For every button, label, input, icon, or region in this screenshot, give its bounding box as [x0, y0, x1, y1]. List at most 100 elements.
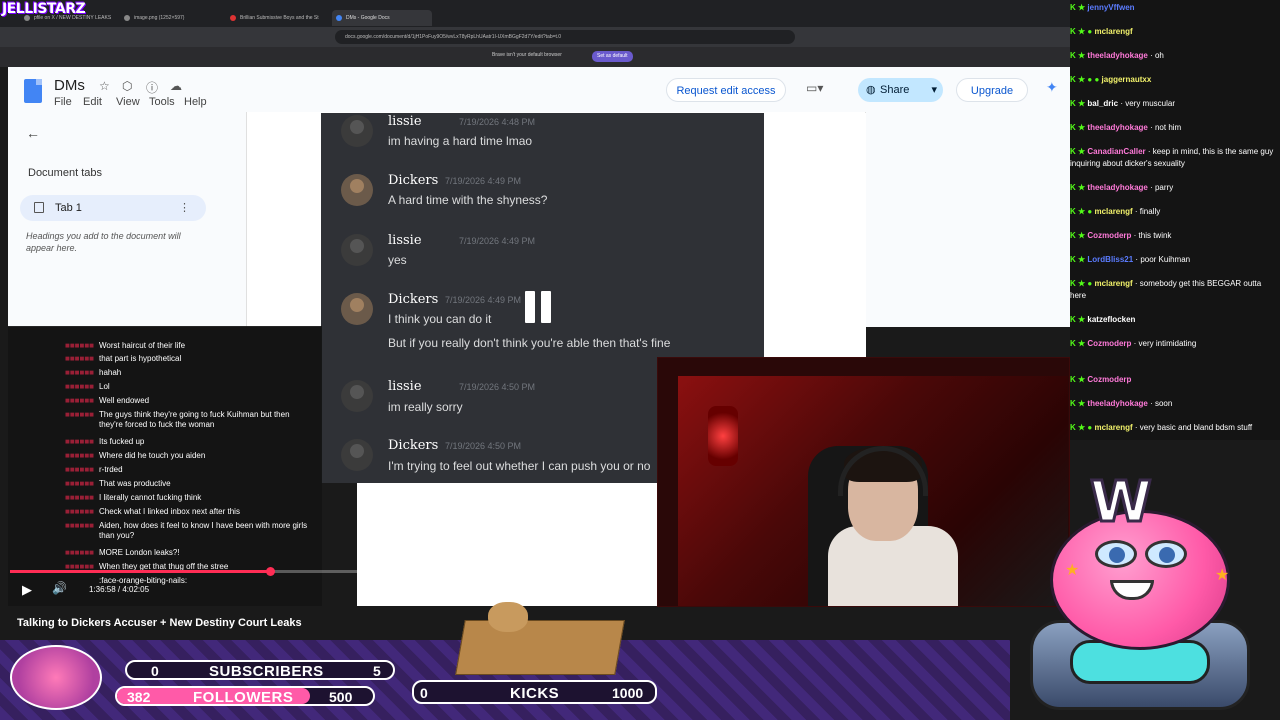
video-title: Talking to Dickers Accuser + New Destiny…	[17, 617, 302, 629]
progress-handle[interactable]	[266, 567, 275, 576]
tab-favicon-icon	[24, 15, 30, 21]
badge-icon: K ★	[1070, 99, 1088, 108]
document-tab-1[interactable]: Tab 1 ⋮	[20, 195, 206, 221]
info-icon[interactable]: ⓘ	[146, 79, 158, 96]
dm-text: im really sorry	[388, 400, 463, 414]
tab-label: Tab 1	[55, 202, 82, 214]
chat-message: K ★ theeladyhokage · oh	[1070, 51, 1164, 60]
dm-username: Dickers	[388, 173, 439, 188]
mascot-w-logo: W	[1089, 469, 1154, 537]
mascot-character: W ★ ★	[1010, 469, 1270, 720]
kicks-goal-bar: 0 KICKS 1000	[412, 680, 657, 704]
avatar	[341, 380, 373, 412]
badge-icon: K ★	[1070, 3, 1088, 12]
document-icon	[34, 202, 44, 213]
badge-icon: K ★	[1070, 123, 1088, 132]
move-icon[interactable]: ⬡	[122, 79, 132, 93]
kicks-label: KICKS	[510, 685, 560, 702]
back-arrow-icon[interactable]: ←	[26, 125, 40, 141]
stream-scene: JELLISTARZ pfile on X / NEW DESTINY LEAK…	[0, 0, 1280, 720]
badge-icon: K ★	[1070, 255, 1088, 264]
mascot-eye	[1145, 540, 1187, 568]
chat-message: K ★ ● mclarengf	[1070, 27, 1133, 36]
document-title[interactable]: DMs	[54, 77, 85, 94]
menu-edit[interactable]: Edit	[83, 96, 102, 108]
meet-icon[interactable]: ▭▾	[806, 81, 823, 95]
replay-chat: ■■■■■■ Worst haircut of their life ■■■■■■…	[8, 326, 322, 606]
upgrade-button[interactable]: Upgrade	[956, 78, 1028, 102]
badge-icon: K ★ ●	[1070, 27, 1095, 36]
dm-username: lissie	[388, 114, 422, 129]
progress-fill	[10, 570, 270, 573]
share-button[interactable]: Share ◍ ▾	[858, 78, 943, 102]
avatar	[341, 293, 373, 325]
chat-message: K ★ Cozmoderp	[1070, 375, 1132, 384]
globe-icon: ◍	[866, 84, 876, 96]
badge-icon: K ★	[1070, 315, 1088, 324]
badge-icon: K ★	[1070, 231, 1088, 240]
dm-text: im having a hard time lmao	[388, 134, 533, 148]
mascot-eye	[1095, 540, 1137, 568]
docs-logo-icon[interactable]	[24, 79, 42, 103]
badge-icon: K ★	[1070, 399, 1088, 408]
menu-view[interactable]: View	[116, 96, 140, 108]
avatar	[341, 174, 373, 206]
menu-tools[interactable]: Tools	[149, 96, 175, 108]
badge-icon: K ★	[1070, 339, 1088, 348]
dm-text: But if you really don't think you're abl…	[388, 336, 671, 350]
star-icon[interactable]: ☆	[99, 79, 110, 93]
dm-username: Dickers	[388, 292, 439, 307]
playback-time: 1:36:58 / 4:02:05	[89, 585, 150, 594]
gemini-icon[interactable]: ✦	[1046, 79, 1058, 96]
menu-file[interactable]: File	[54, 96, 72, 108]
chat-message: K ★ Cozmoderp · very intimidating	[1070, 339, 1197, 348]
dm-timestamp: 7/19/2026 4:49 PM	[459, 236, 536, 246]
video-progress-bar[interactable]	[10, 567, 660, 576]
chat-message: K ★ ● ● jaggernautxx	[1070, 75, 1152, 84]
dm-text: I think you can do it	[388, 312, 492, 326]
dm-text: I'm trying to feel out whether I can pus…	[388, 459, 651, 473]
star-icon: ★	[1215, 567, 1230, 584]
dm-text: yes	[388, 253, 407, 267]
volume-icon[interactable]: 🔊	[52, 581, 67, 595]
badge-icon: K ★ ●	[1070, 207, 1095, 216]
cloud-icon[interactable]: ☁	[170, 79, 182, 93]
browser-tab-active[interactable]: DMs - Google Docs	[332, 10, 432, 26]
share-label: Share	[880, 84, 910, 96]
browser-tab-bar: JELLISTARZ pfile on X / NEW DESTINY LEAK…	[0, 0, 1070, 27]
avatar	[341, 234, 373, 266]
followers-goal: 500	[329, 689, 353, 705]
menu-help[interactable]: Help	[184, 96, 207, 108]
chat-message: K ★ CanadianCaller · keep in mind, this …	[1070, 147, 1274, 168]
browser-tab[interactable]: image.png (1252×597)	[120, 10, 220, 26]
chat-message: K ★ LordBliss21 · poor Kuihman	[1070, 255, 1191, 264]
play-icon[interactable]: ▶	[22, 582, 32, 598]
browser-tab[interactable]: pfile on X / NEW DESTINY LEAKS	[20, 10, 116, 26]
chat-message: K ★ ● mclarengf · somebody get this BEGG…	[1070, 279, 1262, 300]
dm-timestamp: 7/19/2026 4:49 PM	[445, 295, 522, 305]
address-field[interactable]: docs.google.com/document/d/1jH1PoFuy9O5/…	[335, 30, 795, 44]
tab-favicon-icon	[336, 15, 342, 21]
kicks-current: 0	[420, 685, 428, 701]
dm-username: lissie	[388, 379, 422, 394]
followers-current: 382	[127, 689, 151, 705]
chevron-down-icon[interactable]: ▾	[931, 78, 937, 102]
set-default-button[interactable]: Set as default	[592, 51, 633, 62]
followers-label: FOLLOWERS	[193, 689, 294, 706]
more-vert-icon[interactable]: ⋮	[179, 195, 190, 221]
chat-message: K ★ Cozmoderp · this twink	[1070, 231, 1172, 240]
badge-icon: K ★	[1070, 51, 1088, 60]
infobar-message: Brave isn't your default browser	[492, 52, 562, 58]
dm-username: lissie	[388, 233, 422, 248]
request-edit-access-button[interactable]: Request edit access	[666, 78, 786, 102]
chat-message: K ★ bal_dric · very muscular	[1070, 99, 1175, 108]
red-lamp	[708, 406, 738, 466]
dm-username: Dickers	[388, 438, 439, 453]
browser-tab[interactable]: Brillian Submissive Boys and the St	[226, 10, 326, 26]
badge-icon: K ★	[1070, 375, 1088, 384]
badge-icon: K ★ ● ●	[1070, 75, 1102, 84]
dm-timestamp: 7/19/2026 4:50 PM	[445, 441, 522, 451]
pause-icon[interactable]	[522, 291, 554, 323]
badge-icon: K ★ ●	[1070, 279, 1095, 288]
live-chat: K ★ jennyVffwen K ★ ● mclarengf K ★ thee…	[1070, 0, 1280, 440]
